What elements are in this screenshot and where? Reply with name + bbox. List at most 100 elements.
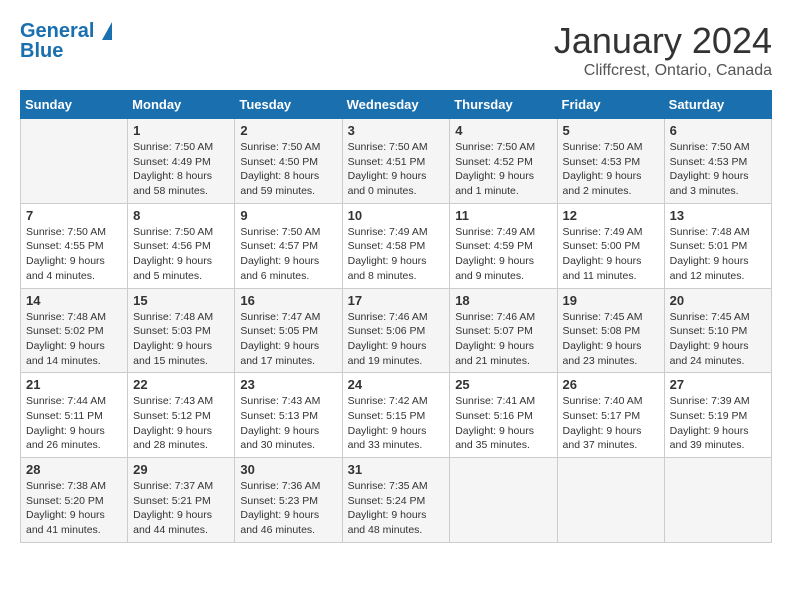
logo-text-blue: Blue — [20, 40, 112, 63]
day-info: Sunrise: 7:47 AMSunset: 5:05 PMDaylight:… — [240, 310, 336, 369]
calendar-cell — [557, 458, 664, 543]
calendar-cell: 11Sunrise: 7:49 AMSunset: 4:59 PMDayligh… — [450, 203, 557, 288]
logo-text-general: General — [20, 20, 94, 42]
calendar-cell: 24 Sunrise: 7:42 AMSunset: 5:15 PMDayligh… — [342, 373, 450, 458]
day-number: 12 — [563, 208, 659, 223]
calendar-cell — [450, 458, 557, 543]
calendar-cell: 27Sunrise: 7:39 AMSunset: 5:19 PMDayligh… — [664, 373, 771, 458]
calendar-cell: 28Sunrise: 7:38 AMSunset: 5:20 PMDayligh… — [21, 458, 128, 543]
calendar-cell: 16 Sunrise: 7:47 AMSunset: 5:05 PMDayligh… — [235, 288, 342, 373]
calendar-cell: 8Sunrise: 7:50 AMSunset: 4:56 PMDaylight… — [128, 203, 235, 288]
header-cell-tuesday: Tuesday — [235, 91, 342, 119]
day-info: Sunrise: 7:49 AMSunset: 4:58 PMDaylight:… — [348, 225, 445, 284]
day-number: 26 — [563, 377, 659, 392]
day-info: Sunrise: 7:50 AMSunset: 4:52 PMDaylight:… — [455, 140, 551, 199]
day-info: Sunrise: 7:48 AMSunset: 5:03 PMDaylight:… — [133, 310, 229, 369]
day-info: Sunrise: 7:50 AMSunset: 4:56 PMDaylight:… — [133, 225, 229, 284]
calendar-cell: 20 Sunrise: 7:45 AMSunset: 5:10 PMDayligh… — [664, 288, 771, 373]
day-number: 21 — [26, 377, 122, 392]
week-row-2: 14Sunrise: 7:48 AMSunset: 5:02 PMDayligh… — [21, 288, 772, 373]
calendar-cell: 30 Sunrise: 7:36 AMSunset: 5:23 PMDayligh… — [235, 458, 342, 543]
header-cell-thursday: Thursday — [450, 91, 557, 119]
day-number: 15 — [133, 293, 229, 308]
day-number: 28 — [26, 462, 122, 477]
header-cell-monday: Monday — [128, 91, 235, 119]
page-header: General Blue January 2024 Cliffcrest, On… — [20, 20, 772, 80]
day-number: 18 — [455, 293, 551, 308]
logo: General Blue — [20, 20, 112, 63]
day-number: 10 — [348, 208, 445, 223]
calendar-subtitle: Cliffcrest, Ontario, Canada — [554, 62, 772, 80]
day-info: Sunrise: 7:37 AMSunset: 5:21 PMDaylight:… — [133, 479, 229, 538]
header-cell-sunday: Sunday — [21, 91, 128, 119]
day-number: 1 — [133, 123, 229, 138]
day-number: 29 — [133, 462, 229, 477]
calendar-cell: 4 Sunrise: 7:50 AMSunset: 4:52 PMDaylight… — [450, 119, 557, 204]
week-row-0: 1 Sunrise: 7:50 AMSunset: 4:49 PMDaylight… — [21, 119, 772, 204]
day-number: 4 — [455, 123, 551, 138]
calendar-table: SundayMondayTuesdayWednesdayThursdayFrid… — [20, 90, 772, 543]
calendar-cell: 21 Sunrise: 7:44 AMSunset: 5:11 PMDayligh… — [21, 373, 128, 458]
calendar-cell: 12 Sunrise: 7:49 AMSunset: 5:00 PMDayligh… — [557, 203, 664, 288]
calendar-cell: 23 Sunrise: 7:43 AMSunset: 5:13 PMDayligh… — [235, 373, 342, 458]
day-number: 20 — [670, 293, 766, 308]
calendar-cell: 10 Sunrise: 7:49 AMSunset: 4:58 PMDayligh… — [342, 203, 450, 288]
day-number: 6 — [670, 123, 766, 138]
day-number: 17 — [348, 293, 445, 308]
calendar-cell: 14Sunrise: 7:48 AMSunset: 5:02 PMDayligh… — [21, 288, 128, 373]
day-info: Sunrise: 7:50 AMSunset: 4:55 PMDaylight:… — [26, 225, 122, 284]
day-number: 7 — [26, 208, 122, 223]
calendar-cell: 26 Sunrise: 7:40 AMSunset: 5:17 PMDayligh… — [557, 373, 664, 458]
day-number: 19 — [563, 293, 659, 308]
calendar-cell: 18 Sunrise: 7:46 AMSunset: 5:07 PMDayligh… — [450, 288, 557, 373]
week-row-3: 21 Sunrise: 7:44 AMSunset: 5:11 PMDayligh… — [21, 373, 772, 458]
calendar-cell: 7 Sunrise: 7:50 AMSunset: 4:55 PMDaylight… — [21, 203, 128, 288]
day-number: 27 — [670, 377, 766, 392]
title-block: January 2024 Cliffcrest, Ontario, Canada — [554, 20, 772, 80]
day-info: Sunrise: 7:41 AMSunset: 5:16 PMDaylight:… — [455, 394, 551, 453]
calendar-cell: 19 Sunrise: 7:45 AMSunset: 5:08 PMDayligh… — [557, 288, 664, 373]
calendar-cell: 22Sunrise: 7:43 AMSunset: 5:12 PMDayligh… — [128, 373, 235, 458]
logo-chevron-icon — [102, 22, 112, 40]
day-info: Sunrise: 7:43 AMSunset: 5:13 PMDaylight:… — [240, 394, 336, 453]
calendar-cell: 25Sunrise: 7:41 AMSunset: 5:16 PMDayligh… — [450, 373, 557, 458]
day-info: Sunrise: 7:46 AMSunset: 5:07 PMDaylight:… — [455, 310, 551, 369]
day-info: Sunrise: 7:50 AMSunset: 4:57 PMDaylight:… — [240, 225, 336, 284]
day-info: Sunrise: 7:45 AMSunset: 5:08 PMDaylight:… — [563, 310, 659, 369]
calendar-cell: 1 Sunrise: 7:50 AMSunset: 4:49 PMDaylight… — [128, 119, 235, 204]
calendar-cell: 3 Sunrise: 7:50 AMSunset: 4:51 PMDaylight… — [342, 119, 450, 204]
week-row-1: 7 Sunrise: 7:50 AMSunset: 4:55 PMDaylight… — [21, 203, 772, 288]
day-info: Sunrise: 7:44 AMSunset: 5:11 PMDaylight:… — [26, 394, 122, 453]
day-info: Sunrise: 7:40 AMSunset: 5:17 PMDaylight:… — [563, 394, 659, 453]
calendar-cell — [664, 458, 771, 543]
day-info: Sunrise: 7:42 AMSunset: 5:15 PMDaylight:… — [348, 394, 445, 453]
day-number: 24 — [348, 377, 445, 392]
day-number: 30 — [240, 462, 336, 477]
week-row-4: 28Sunrise: 7:38 AMSunset: 5:20 PMDayligh… — [21, 458, 772, 543]
day-number: 23 — [240, 377, 336, 392]
day-number: 16 — [240, 293, 336, 308]
day-number: 3 — [348, 123, 445, 138]
day-info: Sunrise: 7:49 AMSunset: 4:59 PMDaylight:… — [455, 225, 551, 284]
day-info: Sunrise: 7:48 AMSunset: 5:01 PMDaylight:… — [670, 225, 766, 284]
day-info: Sunrise: 7:50 AMSunset: 4:49 PMDaylight:… — [133, 140, 229, 199]
day-info: Sunrise: 7:36 AMSunset: 5:23 PMDaylight:… — [240, 479, 336, 538]
header-cell-friday: Friday — [557, 91, 664, 119]
day-info: Sunrise: 7:46 AMSunset: 5:06 PMDaylight:… — [348, 310, 445, 369]
day-info: Sunrise: 7:50 AMSunset: 4:53 PMDaylight:… — [670, 140, 766, 199]
calendar-header: SundayMondayTuesdayWednesdayThursdayFrid… — [21, 91, 772, 119]
calendar-cell: 5Sunrise: 7:50 AMSunset: 4:53 PMDaylight… — [557, 119, 664, 204]
day-info: Sunrise: 7:49 AMSunset: 5:00 PMDaylight:… — [563, 225, 659, 284]
day-info: Sunrise: 7:50 AMSunset: 4:51 PMDaylight:… — [348, 140, 445, 199]
day-number: 9 — [240, 208, 336, 223]
day-info: Sunrise: 7:45 AMSunset: 5:10 PMDaylight:… — [670, 310, 766, 369]
day-info: Sunrise: 7:35 AMSunset: 5:24 PMDaylight:… — [348, 479, 445, 538]
calendar-cell — [21, 119, 128, 204]
header-row: SundayMondayTuesdayWednesdayThursdayFrid… — [21, 91, 772, 119]
calendar-cell: 29 Sunrise: 7:37 AMSunset: 5:21 PMDayligh… — [128, 458, 235, 543]
calendar-cell: 31Sunrise: 7:35 AMSunset: 5:24 PMDayligh… — [342, 458, 450, 543]
calendar-cell: 2Sunrise: 7:50 AMSunset: 4:50 PMDaylight… — [235, 119, 342, 204]
day-info: Sunrise: 7:48 AMSunset: 5:02 PMDaylight:… — [26, 310, 122, 369]
day-number: 13 — [670, 208, 766, 223]
header-cell-wednesday: Wednesday — [342, 91, 450, 119]
